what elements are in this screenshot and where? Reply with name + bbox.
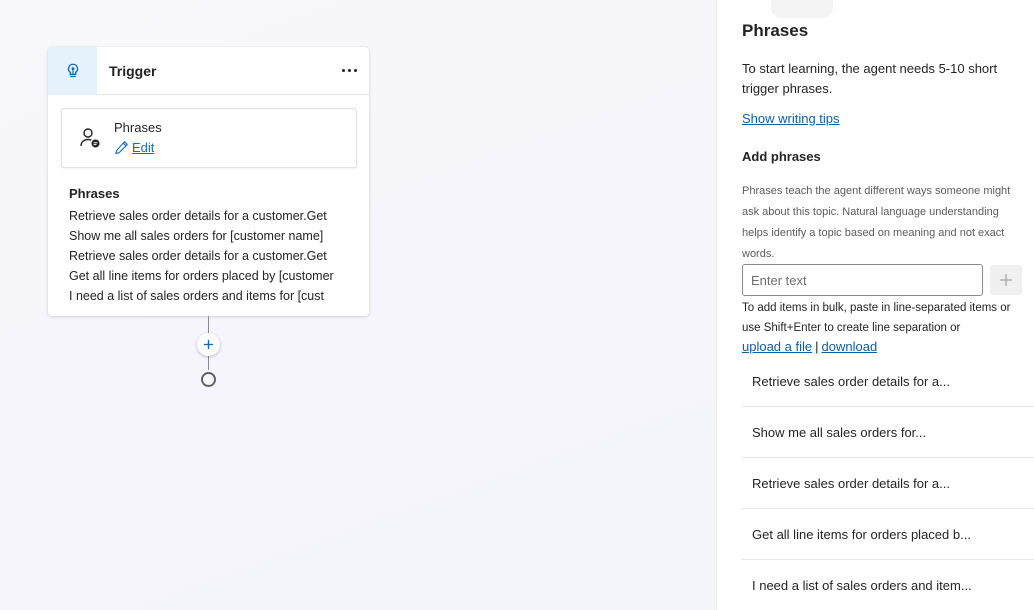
add-node-button[interactable] bbox=[197, 333, 220, 356]
more-horizontal-icon bbox=[341, 69, 345, 72]
phrase-list-item[interactable]: Retrieve sales order details for a... bbox=[742, 458, 1034, 509]
person-chat-icon bbox=[80, 128, 100, 148]
pencil-icon bbox=[115, 141, 128, 155]
bulk-add-help-text: To add items in bulk, paste in line-sepa… bbox=[742, 302, 1011, 334]
add-phrase-button[interactable] bbox=[990, 265, 1022, 295]
phrase-preview-line: Show me all sales orders for [customer n… bbox=[69, 229, 324, 243]
phrase-list-item[interactable]: Get all line items for orders placed b..… bbox=[742, 509, 1034, 560]
authoring-canvas: Trigger Phrases Edit Phrases Retrieve sa… bbox=[0, 0, 716, 610]
phrase-preview-line: I need a list of sales orders and items … bbox=[69, 289, 324, 303]
phrase-preview-line: Retrieve sales order details for a custo… bbox=[69, 209, 327, 223]
phrase-preview-line: Get all line items for orders placed by … bbox=[69, 269, 334, 283]
phrase-list-item[interactable]: Retrieve sales order details for a... bbox=[742, 356, 1034, 407]
phrases-preview: Phrases Retrieve sales order details for… bbox=[69, 186, 339, 306]
phrases-box-text: Phrases Edit bbox=[114, 119, 162, 158]
plus-icon bbox=[1000, 274, 1012, 286]
panel-description: To start learning, the agent needs 5-10 … bbox=[742, 61, 998, 96]
edit-label[interactable]: Edit bbox=[132, 138, 154, 158]
phrase-list-item[interactable]: I need a list of sales orders and item..… bbox=[742, 560, 1034, 610]
phrases-preview-label: Phrases bbox=[69, 186, 120, 201]
trigger-card-header: Trigger bbox=[48, 46, 369, 95]
more-options-button[interactable] bbox=[335, 57, 363, 85]
end-node-circle-icon bbox=[201, 372, 216, 387]
add-phrases-help-text: Phrases teach the agent different ways s… bbox=[742, 185, 1011, 260]
trigger-title: Trigger bbox=[109, 62, 157, 79]
phrase-preview-line: Retrieve sales order details for a custo… bbox=[69, 249, 327, 263]
phrase-list-item[interactable]: Show me all sales orders for... bbox=[742, 407, 1034, 458]
panel-top-decoration bbox=[771, 0, 833, 18]
phrases-box-title: Phrases bbox=[114, 119, 162, 135]
phrases-side-panel: Phrases To start learning, the agent nee… bbox=[716, 0, 1034, 610]
phrases-summary-box[interactable]: Phrases Edit bbox=[61, 108, 357, 168]
edit-phrases-link[interactable]: Edit bbox=[114, 138, 162, 158]
plus-icon bbox=[203, 339, 214, 350]
upload-file-link[interactable]: upload a file bbox=[742, 339, 812, 354]
link-separator: | bbox=[815, 339, 819, 354]
add-phrases-heading: Add phrases bbox=[742, 149, 821, 164]
download-link[interactable]: download bbox=[822, 339, 878, 354]
panel-title: Phrases bbox=[742, 21, 809, 40]
phrase-text-input[interactable] bbox=[742, 264, 983, 296]
show-writing-tips-link[interactable]: Show writing tips bbox=[742, 111, 840, 126]
lightbulb-icon bbox=[67, 63, 78, 77]
phrase-list: Retrieve sales order details for a... Sh… bbox=[742, 356, 1034, 610]
trigger-node-card[interactable]: Trigger Phrases Edit Phrases Retrieve sa… bbox=[48, 46, 369, 316]
trigger-icon-box bbox=[48, 46, 97, 95]
file-links: upload a file | download bbox=[742, 338, 877, 356]
